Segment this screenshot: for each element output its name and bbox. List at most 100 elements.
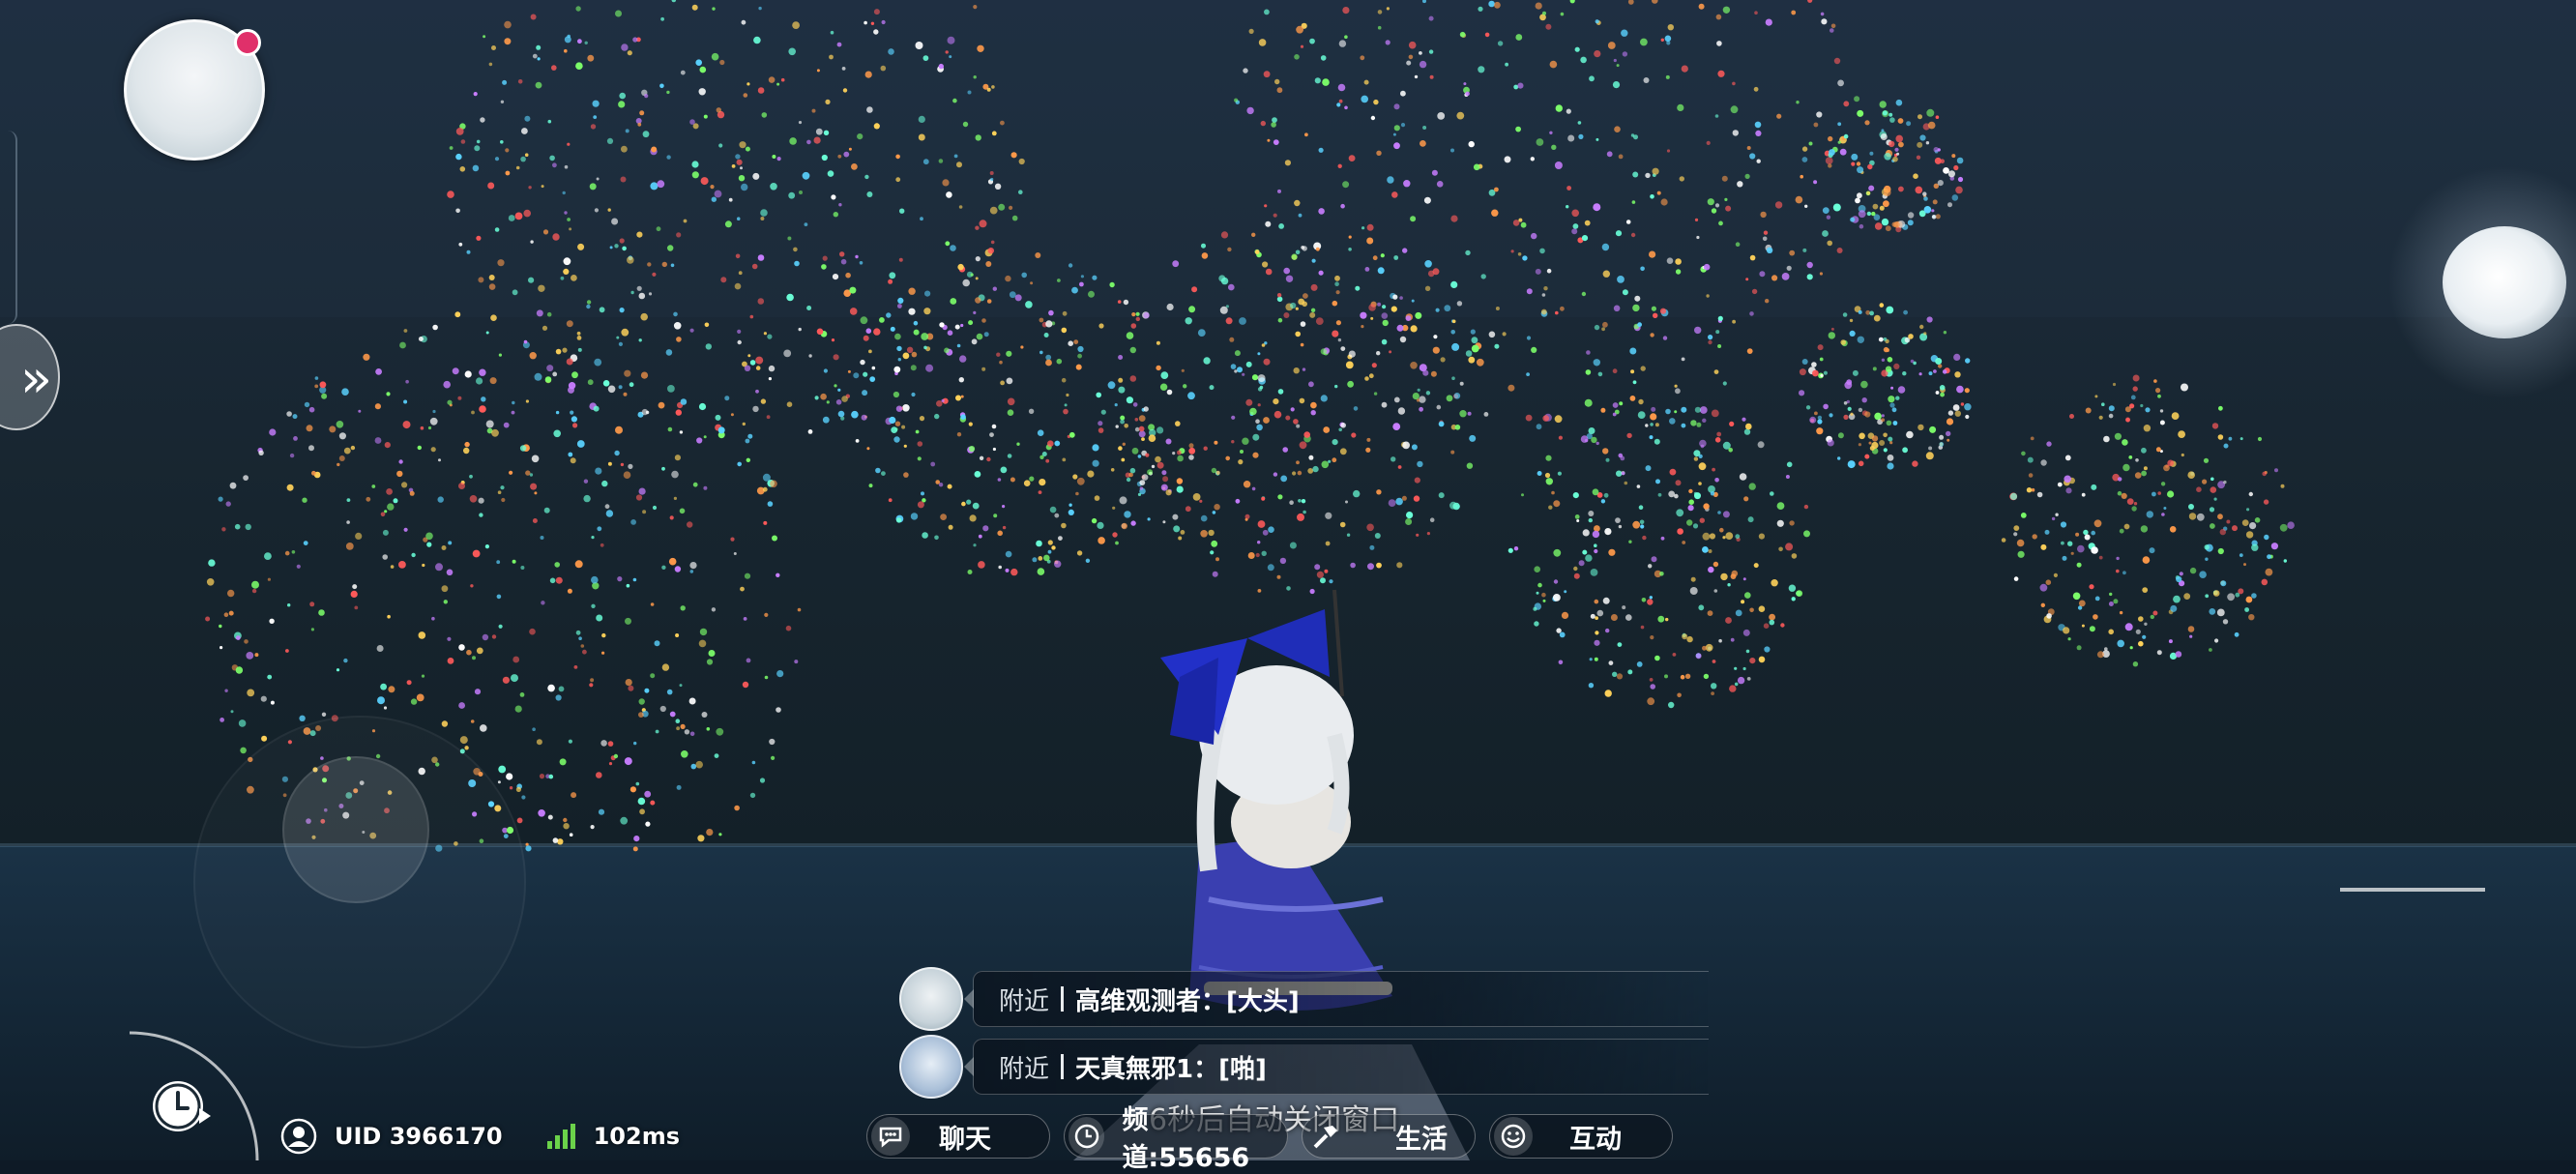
firework-spark bbox=[1660, 198, 1668, 206]
firework-spark bbox=[2173, 595, 2181, 603]
firework-spark bbox=[1879, 101, 1887, 108]
firework-spark bbox=[1843, 401, 1848, 405]
firework-spark bbox=[881, 471, 886, 476]
firework-spark bbox=[1843, 414, 1849, 420]
firework-spark bbox=[1505, 62, 1508, 67]
firework-spark bbox=[1770, 491, 1774, 496]
firework-spark bbox=[1729, 685, 1737, 692]
firework-spark bbox=[1710, 491, 1715, 496]
firework-spark bbox=[862, 390, 868, 396]
firework-spark bbox=[1047, 549, 1052, 554]
firework-spark bbox=[1000, 466, 1008, 474]
firework-spark bbox=[1118, 386, 1126, 394]
firework-spark bbox=[1248, 28, 1254, 34]
firework-spark bbox=[1636, 661, 1643, 667]
firework-spark bbox=[1878, 337, 1884, 342]
firework-spark bbox=[1716, 41, 1722, 46]
channel-button[interactable]: 频道:55656 bbox=[1064, 1105, 1288, 1173]
firework-spark bbox=[2262, 471, 2267, 477]
firework-spark bbox=[656, 226, 661, 232]
firework-spark bbox=[464, 746, 469, 750]
firework-spark bbox=[946, 191, 952, 198]
firework-spark bbox=[1743, 428, 1751, 435]
joystick-knob[interactable] bbox=[282, 756, 429, 903]
firework-spark bbox=[1436, 181, 1444, 188]
firework-spark bbox=[938, 159, 944, 163]
firework-spark bbox=[1465, 91, 1470, 97]
firework-spark bbox=[1309, 311, 1316, 318]
firework-spark bbox=[1471, 337, 1478, 344]
firework-spark bbox=[1630, 369, 1635, 374]
firework-spark bbox=[602, 380, 610, 387]
firework-spark bbox=[745, 438, 750, 444]
firework-spark bbox=[1197, 329, 1206, 337]
interact-button[interactable]: 互动 bbox=[1489, 1114, 1673, 1159]
firework-spark bbox=[398, 561, 406, 569]
firework-spark bbox=[500, 485, 505, 490]
firework-spark bbox=[1711, 691, 1714, 695]
firework-spark bbox=[830, 30, 834, 35]
firework-spark bbox=[2187, 471, 2195, 480]
firework-spark bbox=[496, 560, 501, 565]
chat-button[interactable]: 聊天 bbox=[866, 1114, 1050, 1159]
clock-icon[interactable] bbox=[143, 1070, 217, 1143]
firework-spark bbox=[760, 209, 768, 217]
firework-spark bbox=[1698, 462, 1707, 471]
firework-spark bbox=[793, 247, 798, 252]
firework-spark bbox=[1640, 266, 1645, 272]
firework-spark bbox=[1595, 441, 1599, 446]
firework-spark bbox=[1335, 290, 1340, 295]
firework-spark bbox=[512, 656, 520, 663]
firework-spark bbox=[1923, 206, 1932, 214]
signal-bars-icon bbox=[546, 1124, 575, 1149]
firework-spark bbox=[409, 490, 415, 496]
firework-spark bbox=[1728, 448, 1733, 453]
firework-spark bbox=[528, 186, 532, 190]
firework-spark bbox=[1277, 317, 1283, 323]
firework-spark bbox=[337, 462, 340, 467]
firework-spark bbox=[1614, 126, 1621, 132]
firework-spark bbox=[466, 649, 472, 656]
firework-spark bbox=[229, 482, 237, 489]
firework-spark bbox=[535, 81, 542, 89]
firework-spark bbox=[311, 470, 316, 476]
firework-spark bbox=[896, 345, 902, 352]
firework-spark bbox=[1311, 258, 1316, 263]
firework-spark bbox=[548, 774, 554, 779]
firework-spark bbox=[1711, 683, 1717, 690]
firework-spark bbox=[711, 607, 717, 612]
firework-spark bbox=[1545, 455, 1552, 461]
firework-spark bbox=[498, 624, 503, 629]
firework-spark bbox=[1586, 350, 1591, 355]
firework-spark bbox=[1557, 471, 1562, 476]
firework-spark bbox=[698, 88, 706, 96]
firework-spark bbox=[609, 246, 613, 249]
firework-spark bbox=[1134, 418, 1139, 422]
firework-spark bbox=[411, 552, 416, 558]
firework-spark bbox=[1749, 658, 1756, 664]
firework-spark bbox=[1884, 153, 1891, 161]
firework-spark bbox=[458, 483, 465, 489]
firework-spark bbox=[1292, 471, 1297, 476]
firework-spark bbox=[528, 277, 535, 283]
firework-spark bbox=[523, 339, 528, 344]
firework-spark bbox=[1534, 566, 1540, 572]
firework-spark bbox=[1399, 296, 1403, 300]
firework-spark bbox=[1264, 204, 1268, 208]
firework-spark bbox=[2249, 522, 2257, 530]
life-button[interactable]: 生活 bbox=[1302, 1114, 1476, 1159]
firework-spark bbox=[2234, 631, 2239, 637]
firework-spark bbox=[1000, 380, 1005, 386]
firework-spark bbox=[665, 349, 673, 356]
firework-spark bbox=[939, 322, 945, 328]
firework-spark bbox=[740, 166, 743, 170]
firework-spark bbox=[1148, 434, 1156, 443]
firework-spark bbox=[2026, 487, 2033, 493]
uid-label: UID 3966170 bbox=[335, 1123, 503, 1150]
firework-spark bbox=[619, 92, 626, 100]
firework-spark bbox=[1597, 371, 1603, 377]
firework-spark bbox=[1881, 418, 1886, 423]
firework-spark bbox=[1393, 255, 1399, 260]
firework-spark bbox=[536, 739, 542, 746]
firework-spark bbox=[472, 656, 476, 660]
